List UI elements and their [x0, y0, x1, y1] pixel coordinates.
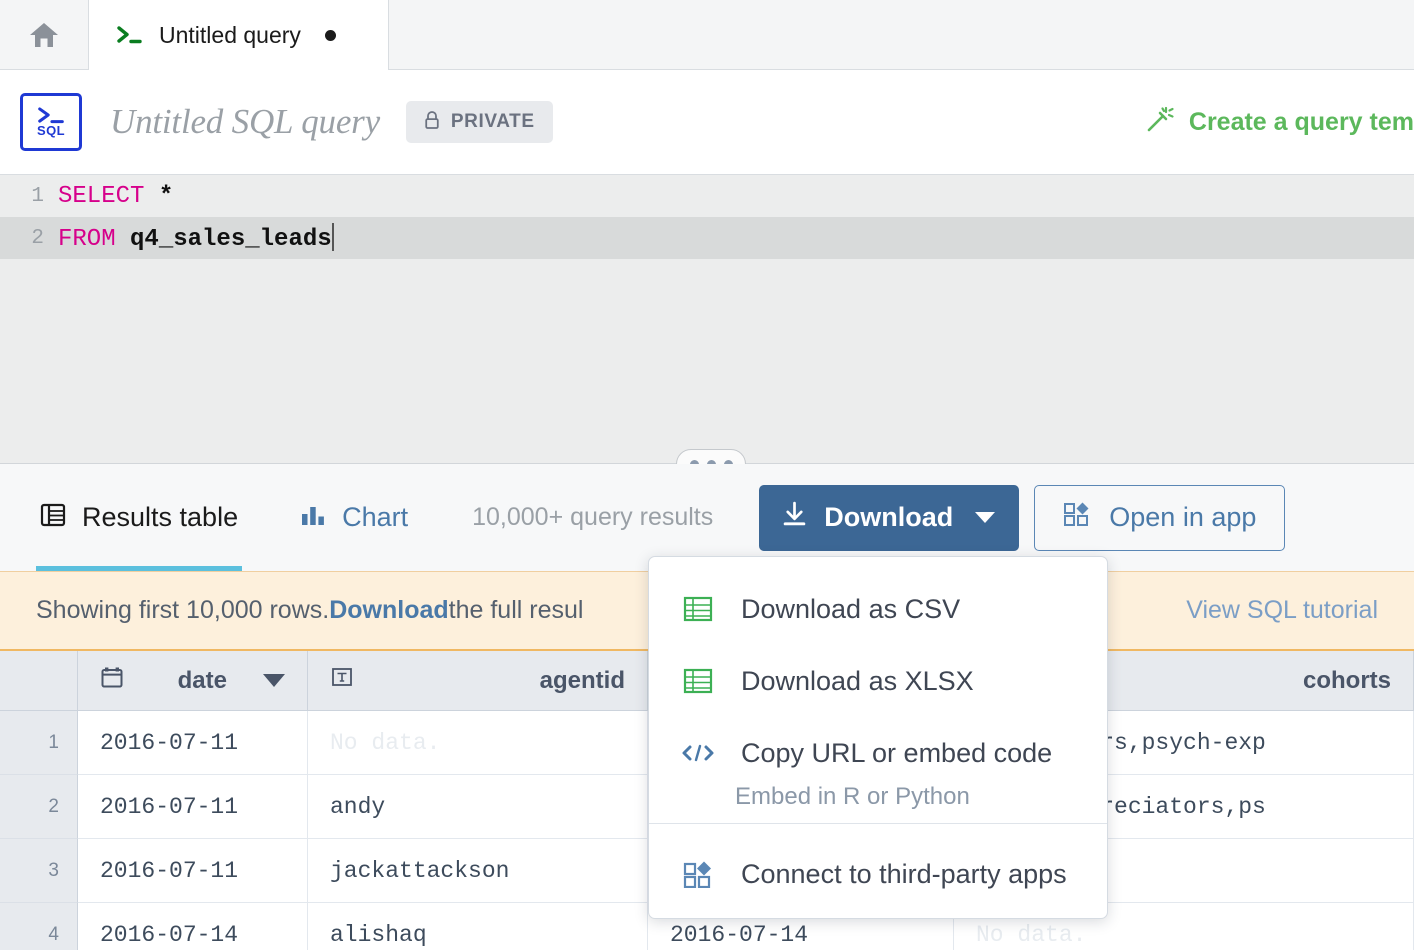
table-header-agentid[interactable]: agentid	[308, 651, 648, 710]
menu-item-copy-url-label: Copy URL or embed code	[741, 737, 1053, 768]
tab-chart[interactable]: Chart	[296, 464, 412, 571]
sql-keyword: FROM	[58, 226, 116, 253]
table-icon	[40, 502, 66, 533]
cell-agentid[interactable]: alishaq	[308, 903, 648, 950]
code-text: FROM q4_sales_leads	[58, 223, 334, 253]
sql-badge-icon: SQL	[20, 93, 82, 151]
menu-item-download-csv-label: Download as CSV	[741, 593, 961, 624]
result-count-label: 10,000+ query results	[472, 503, 714, 531]
page-title[interactable]: Untitled SQL query	[110, 102, 380, 142]
create-query-template-link[interactable]: Create a query tem	[1145, 104, 1414, 141]
download-icon	[781, 501, 808, 535]
home-icon	[29, 21, 59, 49]
results-toolbar: Results table Chart 10,000+ query result…	[0, 464, 1414, 571]
code-line-1[interactable]: 1 SELECT *	[0, 175, 1414, 217]
spreadsheet-icon	[679, 665, 717, 697]
calendar-icon	[100, 665, 124, 696]
text-type-icon	[330, 665, 354, 696]
tab-untitled-query[interactable]: Untitled query	[89, 0, 389, 70]
banner-text-before: Showing first 10,000 rows.	[36, 596, 330, 624]
cell-date[interactable]: 2016-07-11	[78, 775, 308, 839]
menu-item-download-xlsx[interactable]: Download as XLSX	[649, 645, 1107, 717]
query-header: SQL Untitled SQL query PRIVATE Create a …	[0, 70, 1414, 175]
download-dropdown-menu: Download as CSV Download as XLSX Copy UR…	[648, 556, 1108, 919]
banner-download-link[interactable]: Download	[329, 596, 448, 625]
home-tab-button[interactable]	[0, 0, 89, 69]
open-in-app-label: Open in app	[1109, 502, 1257, 532]
apps-grid-icon	[1063, 501, 1091, 534]
visibility-label: PRIVATE	[450, 111, 535, 132]
table-header-date[interactable]: date	[78, 651, 308, 710]
unsaved-dot-icon	[324, 29, 336, 41]
sql-keyword: SELECT	[58, 182, 145, 210]
code-brackets-icon	[679, 743, 717, 763]
sql-query-workbench: Untitled query SQL Untitled SQL query PR…	[0, 0, 1414, 950]
download-button[interactable]: Download	[759, 484, 1020, 551]
menu-item-connect-apps[interactable]: Connect to third-party apps	[649, 838, 1107, 910]
table-header-rownum	[0, 651, 78, 710]
table-header-agentid-label: agentid	[539, 666, 625, 694]
sql-prompt-icon	[115, 24, 145, 46]
download-button-label: Download	[824, 502, 954, 532]
tab-label: Untitled query	[159, 21, 301, 48]
apps-grid-icon	[679, 860, 717, 888]
cell-date[interactable]: 2016-07-14	[78, 903, 308, 950]
code-text: SELECT *	[58, 183, 173, 210]
lock-icon	[424, 110, 440, 135]
row-number: 3	[0, 839, 78, 903]
sql-text: *	[144, 182, 174, 210]
chevron-down-icon[interactable]	[263, 674, 285, 687]
tab-chart-label: Chart	[342, 502, 409, 532]
line-number: 1	[31, 184, 44, 208]
row-number: 2	[0, 775, 78, 839]
tab-results-table-label: Results table	[82, 502, 239, 532]
spreadsheet-icon	[679, 593, 717, 625]
view-sql-tutorial-link[interactable]: View SQL tutorial	[1186, 596, 1378, 625]
open-in-app-button[interactable]: Open in app	[1034, 484, 1286, 551]
cell-date[interactable]: 2016-07-11	[78, 839, 308, 903]
menu-item-copy-url-subtext: Embed in R or Python	[735, 783, 970, 810]
create-query-template-label: Create a query tem	[1188, 107, 1414, 136]
banner-text-after: the full resul	[448, 596, 584, 624]
menu-item-connect-apps-label: Connect to third-party apps	[741, 858, 1067, 889]
visibility-badge[interactable]: PRIVATE	[405, 101, 553, 143]
cell-agentid[interactable]: jackattackson	[308, 839, 648, 903]
row-number: 1	[0, 711, 78, 775]
line-number: 2	[31, 226, 44, 250]
menu-item-copy-url[interactable]: Copy URL or embed code	[649, 717, 1107, 789]
table-header-cohorts-label: cohorts	[1302, 666, 1391, 694]
magic-wand-icon	[1145, 104, 1175, 141]
tab-bar: Untitled query	[0, 0, 1414, 70]
code-line-2[interactable]: 2 FROM q4_sales_leads	[0, 217, 1414, 259]
cell-agentid[interactable]: andy	[308, 775, 648, 839]
sql-text: q4_sales_leads	[115, 226, 332, 253]
row-number: 4	[0, 903, 78, 950]
chevron-down-icon	[975, 512, 996, 523]
bar-chart-icon	[300, 502, 326, 533]
cell-date[interactable]: 2016-07-11	[78, 711, 308, 775]
sql-editor[interactable]: 1 SELECT * 2 FROM q4_sales_leads	[0, 175, 1414, 463]
sql-badge-label: SQL	[37, 123, 65, 138]
cell-agentid[interactable]: No data.	[308, 711, 648, 775]
text-caret	[331, 223, 334, 251]
menu-item-download-csv[interactable]: Download as CSV	[649, 573, 1107, 645]
menu-item-download-xlsx-label: Download as XLSX	[741, 665, 974, 696]
table-header-date-label: date	[177, 666, 227, 694]
tab-results-table[interactable]: Results table	[36, 464, 243, 571]
